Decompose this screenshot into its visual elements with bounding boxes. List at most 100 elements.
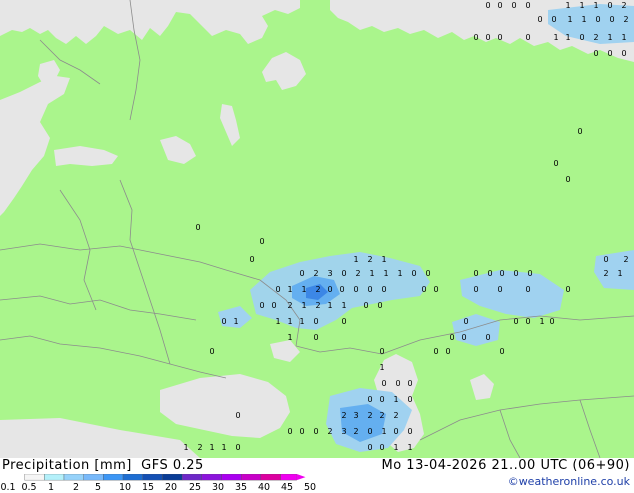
grid-value-label: 1 [183,443,188,452]
legend-tick-label: 15 [141,482,155,493]
map-title-text: Precipitation [mm] [2,458,132,473]
grid-value-label: 0 [593,49,598,58]
grid-value-label: 1 [393,443,398,452]
grid-value-label: 0 [259,301,264,310]
grid-value-label: 2 [367,411,372,420]
grid-value-label: 0 [313,427,318,436]
grid-value-label: 0 [395,379,400,388]
legend-swatch [83,474,104,481]
grid-value-label: 0 [511,1,516,10]
grid-value-label: 0 [209,347,214,356]
grid-value-label: 2 [355,269,360,278]
grid-value-label: 0 [487,269,492,278]
grid-value-label: 3 [341,427,346,436]
grid-value-label: 1 [287,317,292,326]
grid-value-label: 0 [449,333,454,342]
legend-tick-label: 40 [257,482,271,493]
legend-tick-label: 5 [94,482,102,493]
grid-value-label: 0 [381,379,386,388]
grid-value-label: 0 [565,175,570,184]
grid-value-label: 0 [379,347,384,356]
grid-value-label: 0 [407,379,412,388]
grid-value-label: 0 [565,285,570,294]
legend-swatch [241,474,262,481]
grid-value-label: 0 [525,285,530,294]
grid-value-label: 0 [433,285,438,294]
grid-value-label: 0 [497,33,502,42]
grid-value-label: 0 [549,317,554,326]
legend-swatch [24,474,45,481]
grid-value-label: 0 [367,395,372,404]
grid-value-label: 0 [341,269,346,278]
legend-swatch [44,474,65,481]
grid-value-label: 0 [327,285,332,294]
grid-value-label: 0 [425,269,430,278]
grid-value-label: 1 [565,1,570,10]
legend-swatch [221,474,242,481]
grid-value-label: 2 [315,285,320,294]
grid-value-label: 0 [275,285,280,294]
grid-value-label: 2 [603,269,608,278]
grid-value-label: 1 [579,1,584,10]
grid-value-label: 0 [433,347,438,356]
grid-value-label: 0 [445,347,450,356]
grid-value-label: 0 [527,269,532,278]
legend-tick-label: 0.5 [21,482,37,493]
legend-colorbar [24,474,306,481]
grid-value-label: 0 [367,285,372,294]
legend-tick-label: 35 [234,482,248,493]
grid-value-label: 1 [287,285,292,294]
grid-value-label: 0 [497,1,502,10]
grid-value-label: 0 [525,33,530,42]
grid-value-label: 2 [197,443,202,452]
grid-value-label: 0 [271,301,276,310]
grid-value-label: 2 [327,427,332,436]
map-title: Precipitation [mm] GFS 0.25 [2,458,204,473]
grid-value-label: 1 [327,301,332,310]
grid-value-label: 1 [301,285,306,294]
grid-value-label: 0 [313,317,318,326]
grid-value-label: 1 [275,317,280,326]
grid-value-label: 2 [621,1,626,10]
grid-value-label: 0 [473,33,478,42]
grid-value-label: 0 [379,443,384,452]
grid-value-label: 0 [485,333,490,342]
valid-time: Mo 13-04-2026 21..00 UTC (06+90) [381,458,630,473]
grid-value-label: 0 [577,127,582,136]
legend-swatch [181,474,202,481]
grid-value-label: 0 [377,301,382,310]
legend-swatch [201,474,222,481]
grid-value-label: 0 [299,269,304,278]
legend-swatch [122,474,143,481]
grid-value-label: 1 [379,363,384,372]
grid-value-label: 1 [233,317,238,326]
grid-value-label: 0 [537,15,542,24]
grid-value-label: 2 [623,15,628,24]
legend-tick-label: 1 [47,482,55,493]
grid-value-label: 1 [341,301,346,310]
grid-value-label: 3 [327,269,332,278]
grid-value-label: 1 [301,301,306,310]
grid-value-label: 2 [313,269,318,278]
legend-tick-label: 25 [188,482,202,493]
grid-value-label: 0 [473,269,478,278]
grid-value-label: 0 [499,347,504,356]
grid-value-label: 0 [595,15,600,24]
model-name: GFS 0.25 [141,458,204,473]
grid-value-label: 2 [379,411,384,420]
legend-tick-label: 10 [118,482,132,493]
grid-value-label: 0 [463,317,468,326]
grid-value-label: 1 [581,15,586,24]
grid-value-label: 3 [353,411,358,420]
grid-value-label: 0 [485,1,490,10]
grid-value-label: 0 [381,285,386,294]
credit-link[interactable]: ©weatheronline.co.uk [508,475,630,488]
grid-value-label: 1 [381,427,386,436]
grid-value-label: 2 [341,411,346,420]
legend-swatch [260,474,281,481]
grid-value-label: 0 [603,255,608,264]
grid-value-label: 0 [525,317,530,326]
grid-value-label: 2 [287,301,292,310]
legend-arrow [296,474,306,481]
grid-value-label: 0 [379,395,384,404]
